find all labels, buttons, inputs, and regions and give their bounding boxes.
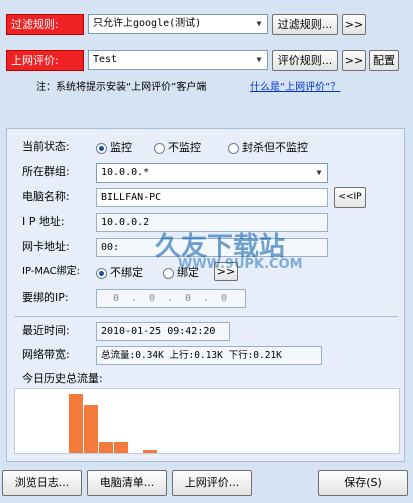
eval-rule-button[interactable]: 评价规则... [272, 50, 338, 71]
view-log-button[interactable]: 浏览日志... [2, 470, 82, 496]
filter-rule-label: 过滤规则: [6, 14, 84, 35]
bandwidth-label: 网络带宽: [22, 348, 70, 361]
radio-icon [154, 142, 165, 154]
status-option-label: 封杀但不监控 [242, 141, 308, 154]
group-select[interactable]: 10.0.0.* ▼ [96, 163, 328, 183]
filter-rule-select[interactable]: 只允许上google(测试) ▼ [88, 14, 268, 34]
ip-label: I P 地址: [22, 215, 65, 228]
traffic-chart [14, 388, 400, 454]
pc-list-button[interactable]: 电脑清单... [87, 470, 167, 496]
config-button[interactable]: 配置 [369, 50, 399, 71]
ip-octet: 0 [221, 293, 228, 304]
ip-octet: 0 [185, 293, 192, 304]
ip-mac-bind-label: IP-MAC绑定: [22, 266, 81, 277]
traffic-bar [143, 450, 157, 453]
status-option-no-monitor[interactable]: 不监控 [154, 139, 201, 155]
traffic-bar [114, 442, 128, 453]
ip-mac-option-label: 绑定 [177, 266, 199, 279]
chevron-down-icon: ▼ [256, 19, 262, 28]
online-eval-button[interactable]: 上网评价... [172, 470, 252, 496]
status-label: 当前状态: [22, 140, 70, 153]
ip-mac-option-bind[interactable]: 绑定 [163, 264, 199, 280]
pc-name-label: 电脑名称: [22, 190, 70, 203]
filter-rule-button[interactable]: 过滤规则... [272, 14, 338, 35]
ip-field[interactable]: 10.0.0.2 [96, 213, 328, 232]
radio-icon [228, 142, 239, 154]
mac-field[interactable]: 00: [96, 238, 328, 257]
traffic-bar [99, 442, 113, 453]
online-eval-value: Test [93, 54, 118, 65]
radio-icon [163, 267, 174, 279]
traffic-bar [69, 394, 83, 453]
bandwidth-value: 总流量:0.34K 上行:0.13K 下行:0.21K [96, 346, 322, 365]
chevron-down-icon: ▼ [316, 168, 322, 177]
status-option-label: 监控 [110, 141, 132, 154]
bind-ip-field[interactable]: 0 . 0 . 0 . 0 [96, 289, 246, 308]
history-label: 今日历史总流量: [22, 372, 103, 385]
ip-separator: . [167, 293, 174, 304]
last-time-label: 最近时间: [22, 324, 70, 337]
ip-mac-option-label: 不绑定 [110, 266, 143, 279]
ip-mac-more-button[interactable]: >> [214, 262, 238, 281]
get-ip-button[interactable]: <<IP [334, 187, 366, 208]
online-eval-select[interactable]: Test ▼ [88, 50, 268, 70]
group-value: 10.0.0.* [101, 167, 150, 178]
ip-mac-option-unbind[interactable]: 不绑定 [96, 264, 143, 280]
install-notice: 注：系统将提示安装“上网评价”客户端 [36, 82, 207, 93]
divider [14, 316, 398, 317]
traffic-bar [84, 405, 98, 453]
mac-label: 网卡地址: [22, 240, 70, 253]
ip-octet: 0 [113, 293, 120, 304]
bind-ip-label: 要绑的IP: [22, 291, 69, 304]
last-time-value: 2010-01-25 09:42:20 [96, 322, 230, 341]
ip-octet: 0 [149, 293, 156, 304]
chart-plot-area [15, 389, 399, 453]
ip-separator: . [203, 293, 210, 304]
what-is-eval-link[interactable]: 什么是“上网评价”？ [250, 78, 340, 93]
chevron-down-icon: ▼ [256, 55, 262, 64]
save-button[interactable]: 保存(S) [318, 470, 408, 496]
status-option-block[interactable]: 封杀但不监控 [228, 139, 308, 155]
status-option-monitor[interactable]: 监控 [96, 139, 132, 155]
online-eval-label: 上网评价: [6, 50, 84, 71]
pc-name-field[interactable]: BILLFAN-PC [96, 188, 328, 207]
filter-rule-more-button[interactable]: >> [342, 14, 366, 35]
radio-selected-icon [96, 142, 107, 154]
filter-rule-value: 只允许上google(测试) [93, 18, 202, 29]
group-label: 所在群组: [22, 165, 70, 178]
radio-selected-icon [96, 267, 107, 279]
status-option-label: 不监控 [168, 141, 201, 154]
ip-separator: . [131, 293, 138, 304]
eval-more-button[interactable]: >> [342, 50, 366, 71]
